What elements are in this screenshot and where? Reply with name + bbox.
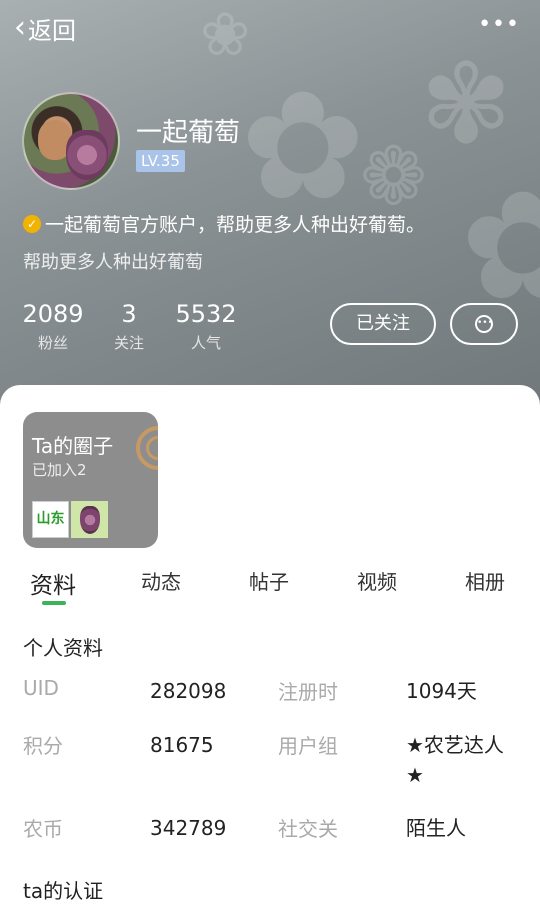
stat-value: 2089 [22,300,84,328]
active-tab-indicator [42,601,66,605]
flower-decoration: ✾ [420,40,513,168]
stat-value: 5532 [175,300,237,328]
circle-card[interactable]: Ta的圈子 已加入2 山东 [23,412,158,548]
tab-videos[interactable]: 视频 [357,566,397,595]
circle-title: Ta的圈子 [32,434,114,458]
stat-followers[interactable]: 2089 粉丝 [22,300,84,353]
info-value: 1094天 [406,679,477,703]
info-label: UID [23,676,59,700]
avatar-grape [66,130,108,180]
info-value: 81675 [150,733,214,757]
user-bio: 帮助更多人种出好葡萄 [23,252,203,273]
info-label: 社交关 [278,817,338,841]
tab-album[interactable]: 相册 [465,566,505,595]
info-label: 注册时 [278,680,338,704]
stat-label: 人气 [190,334,221,352]
back-button[interactable]: ‹ 返回 [14,10,76,46]
stat-label: 关注 [113,334,144,352]
stat-following[interactable]: 3 关注 [108,300,150,353]
info-label: 积分 [23,734,63,758]
circle-tag-grape[interactable] [71,501,108,538]
top-bar: ‹ 返回 ••• [0,0,540,56]
more-menu-icon[interactable]: ••• [478,12,520,37]
info-value: 282098 [150,679,227,703]
info-label: 用户组 [278,734,338,758]
avatar[interactable] [22,92,120,190]
profile-tabs: 资料 动态 帖子 视频 相册 [0,562,540,612]
verified-description: ✓ 一起葡萄官方账户，帮助更多人种出好葡萄。 [23,210,425,237]
grape-icon [79,505,100,534]
info-label: 农币 [23,817,63,841]
verified-text: 一起葡萄官方账户，帮助更多人种出好葡萄。 [45,214,426,236]
section-title-certification: ta的认证 [23,879,104,903]
chat-bubble-icon: ••• [475,315,493,333]
follow-button[interactable]: 已关注 [330,303,436,345]
tab-activity[interactable]: 动态 [141,566,181,595]
stat-label: 粉丝 [37,334,68,352]
tab-posts[interactable]: 帖子 [249,566,289,595]
message-button[interactable]: ••• [450,303,518,345]
info-value: 陌生人 [406,816,466,840]
info-value: ★农艺达人★ [406,733,504,787]
stat-value: 3 [121,300,137,328]
flower-decoration: ✿ [240,60,366,234]
tab-profile[interactable]: 资料 [30,566,76,600]
circle-subtitle: 已加入2 [32,461,87,479]
circle-tag-shandong[interactable]: 山东 [32,501,69,538]
back-label: 返回 [28,16,76,45]
chevron-left-icon: ‹ [14,10,26,45]
info-value: 342789 [150,816,227,840]
verified-check-icon: ✓ [23,214,41,233]
section-title-profile: 个人资料 [23,636,103,660]
username: 一起葡萄 [136,118,241,148]
level-badge: LV.35 [136,150,185,172]
stat-popularity: 5532 人气 [174,300,238,353]
